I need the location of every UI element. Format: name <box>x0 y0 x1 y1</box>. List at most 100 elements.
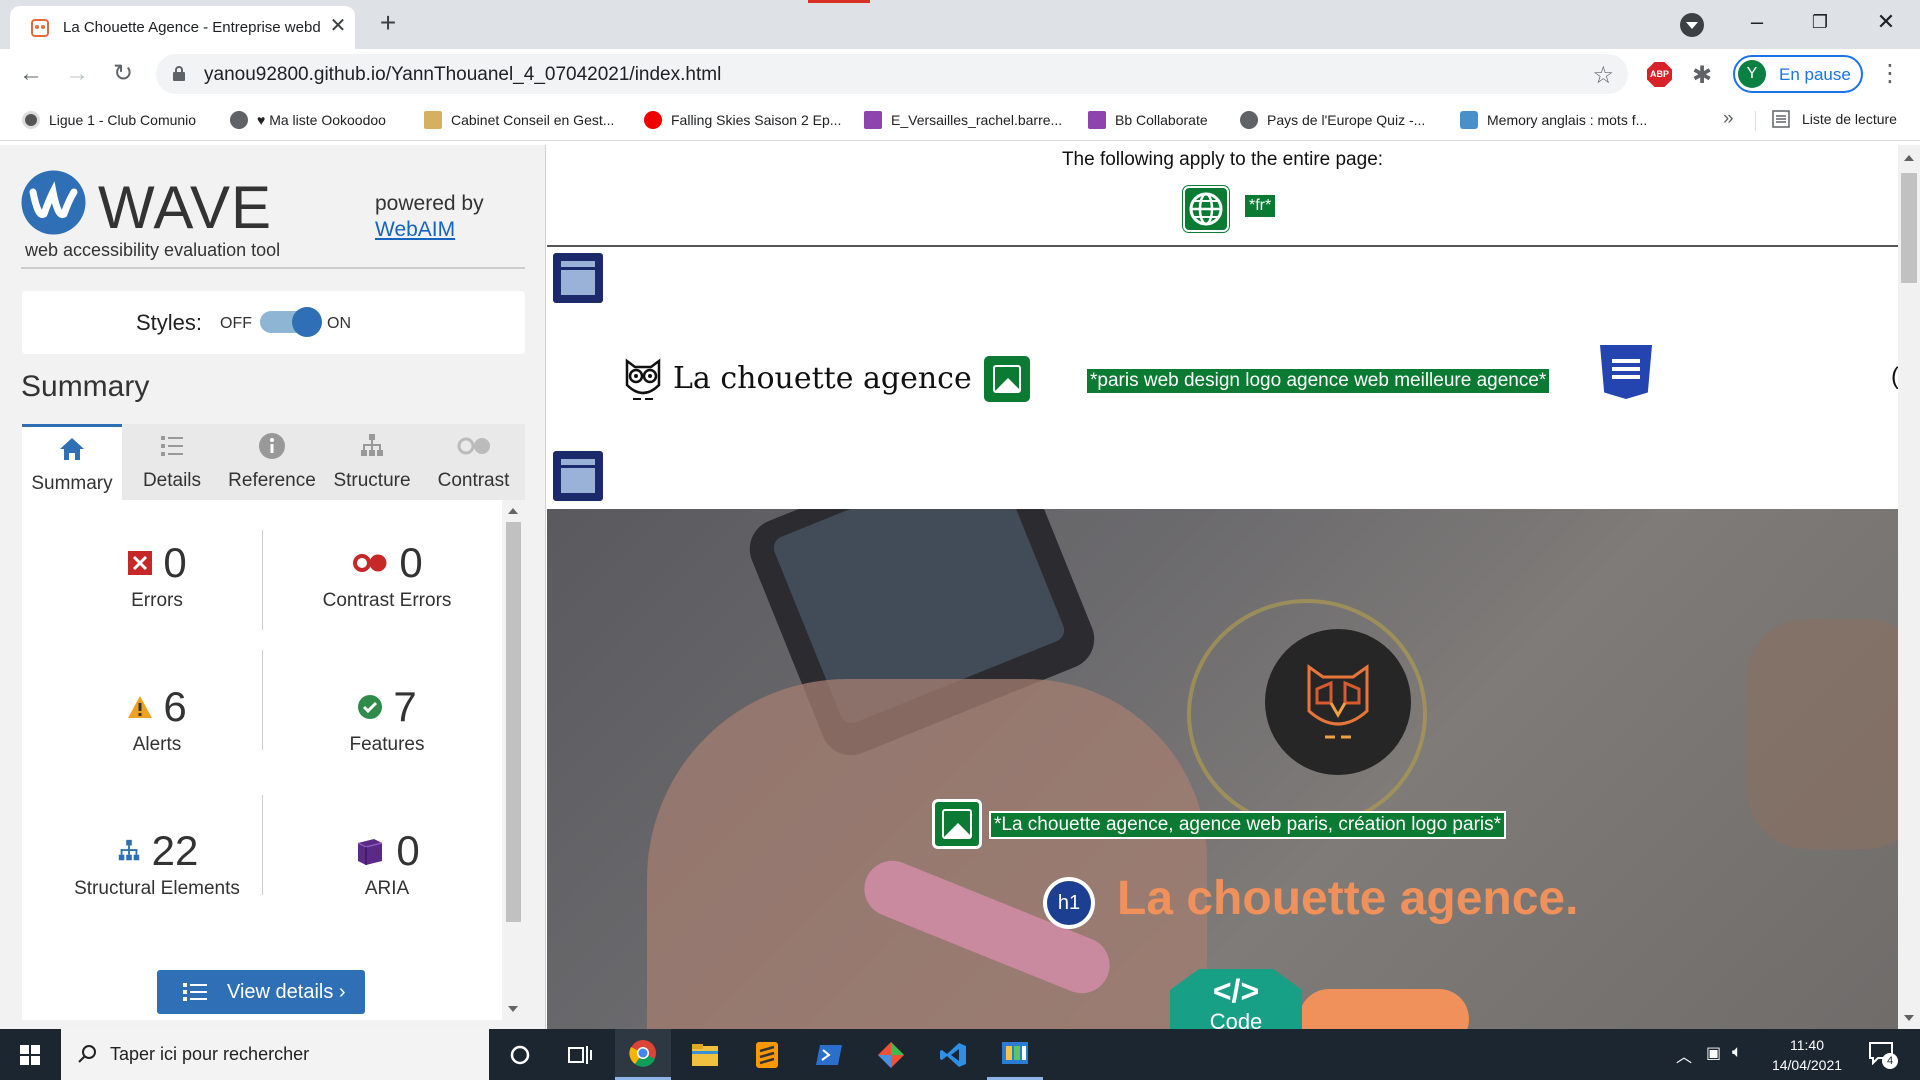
close-window-button[interactable]: ✕ <box>1866 6 1906 38</box>
reload-button[interactable]: ↻ <box>107 58 139 90</box>
browser-tab-active[interactable]: La Chouette Agence - Entreprise webde ✕ <box>10 6 355 49</box>
url-text: yanou92800.github.io/YannThouanel_4_0704… <box>204 64 722 85</box>
page-viewport: The following apply to the entire page: … <box>547 145 1898 1029</box>
hierarchy-icon <box>361 434 383 456</box>
list-icon <box>183 983 207 1001</box>
bookmark-item[interactable]: ♥ Ma liste Ookoodoo <box>230 110 386 130</box>
tab-close-icon[interactable]: ✕ <box>326 14 350 38</box>
styles-label: Styles: <box>136 310 203 335</box>
cta-button-partial[interactable] <box>1299 989 1469 1029</box>
comunio-icon <box>22 111 40 129</box>
new-tab-button[interactable]: + <box>372 8 404 40</box>
nav-region-icon[interactable] <box>553 451 603 501</box>
stat-features[interactable]: 7 Features <box>272 683 502 756</box>
memory-icon <box>1460 111 1478 129</box>
tab-reference[interactable]: Reference <box>222 424 322 500</box>
bookmark-item[interactable]: Falling Skies Saison 2 Ep... <box>644 110 841 130</box>
styles-toggle-switch[interactable] <box>260 307 322 337</box>
taskbar-search-box[interactable]: Taper ici pour rechercher <box>61 1029 489 1080</box>
aria-cube-icon <box>357 839 383 865</box>
panel-scrollbar[interactable] <box>502 500 525 1020</box>
bookmarks-overflow-button[interactable]: » <box>1723 108 1734 130</box>
bookmark-item[interactable]: Bb Collaborate <box>1088 110 1208 130</box>
css-icon[interactable] <box>1600 345 1652 399</box>
tab-contrast[interactable]: Contrast <box>422 424 525 500</box>
tab-details[interactable]: Details <box>122 424 222 500</box>
task-view-icon[interactable] <box>552 1029 608 1080</box>
spreadsheet-app-icon[interactable] <box>987 1029 1043 1080</box>
h1-heading-icon[interactable]: h1 <box>1043 877 1095 929</box>
adblock-extension-icon[interactable]: ABP <box>1647 62 1672 87</box>
toggle-knob <box>292 307 322 337</box>
chrome-taskbar-icon[interactable] <box>615 1029 671 1080</box>
bookmark-star-icon[interactable]: ☆ <box>1592 61 1614 90</box>
minimize-button[interactable]: – <box>1737 6 1777 38</box>
owl-logo-icon <box>625 358 661 400</box>
powershell-icon[interactable] <box>801 1029 857 1080</box>
browser-menu-icon[interactable]: ⋮ <box>1878 59 1902 88</box>
notification-count: 4 <box>1882 1053 1898 1069</box>
sublime-text-icon[interactable] <box>739 1029 795 1080</box>
network-icon[interactable]: ▣ <box>1706 1043 1721 1063</box>
site-logo-text: La chouette agence <box>673 361 972 396</box>
cortana-icon[interactable] <box>492 1029 548 1080</box>
bookmark-item[interactable]: Ligue 1 - Club Comunio <box>22 110 196 130</box>
extensions-puzzle-icon[interactable]: ✱ <box>1692 61 1712 90</box>
back-button[interactable]: ← <box>15 58 47 90</box>
scroll-down-arrow-icon[interactable] <box>1904 1015 1914 1021</box>
bookmark-item[interactable]: E_Versailles_rachel.barre... <box>864 110 1062 130</box>
restore-button[interactable]: ❐ <box>1800 6 1840 38</box>
file-explorer-icon[interactable] <box>677 1029 733 1080</box>
collaborate-icon <box>864 111 882 129</box>
hero-photo-hand-right <box>1747 619 1898 849</box>
divider <box>21 267 525 269</box>
code-icon[interactable]: </> Code <box>1170 969 1302 1029</box>
profile-button[interactable]: Y En pause <box>1733 55 1863 93</box>
scrollbar-thumb[interactable] <box>1901 173 1917 283</box>
stat-aria[interactable]: 0 ARIA <box>272 827 502 900</box>
page-scrollbar[interactable] <box>1898 145 1920 1029</box>
wave-title: WAVE <box>98 174 273 241</box>
bookmark-item[interactable]: Memory anglais : mots f... <box>1460 110 1647 130</box>
tab-structure[interactable]: Structure <box>322 424 422 500</box>
reading-list-icon <box>1772 110 1790 128</box>
bookmark-item[interactable]: Cabinet Conseil en Gest... <box>424 110 614 130</box>
view-details-button[interactable]: View details › <box>157 970 365 1014</box>
git-kraken-icon[interactable] <box>863 1029 919 1080</box>
summary-heading: Summary <box>21 370 150 403</box>
bookmark-item[interactable]: Pays de l'Europe Quiz -... <box>1240 110 1425 130</box>
language-globe-icon[interactable] <box>1183 186 1229 232</box>
tray-overflow-icon[interactable]: ︿ <box>1676 1043 1692 1067</box>
tab-strip-indicator <box>808 0 870 3</box>
vscode-icon[interactable] <box>925 1029 981 1080</box>
scrollbar-thumb[interactable] <box>506 522 521 922</box>
tab-summary[interactable]: Summary <box>22 424 122 500</box>
system-clock[interactable]: 11:40 14/04/2021 <box>1762 1035 1852 1075</box>
site-logo[interactable]: La chouette agence <box>621 355 972 415</box>
header-region-icon[interactable] <box>553 253 603 303</box>
notification-center-icon[interactable]: 4 <box>1868 1041 1898 1069</box>
webaim-link[interactable]: WebAIM <box>375 218 455 242</box>
stat-errors[interactable]: 0 Errors <box>42 539 272 612</box>
volume-icon[interactable]: 🔈︎ <box>1732 1042 1742 1062</box>
powered-by-text: powered by <box>375 192 484 215</box>
tab-search-button[interactable] <box>1680 13 1704 37</box>
address-bar[interactable]: yanou92800.github.io/YannThouanel_4_0704… <box>156 54 1628 94</box>
windows-start-icon[interactable] <box>20 1045 40 1065</box>
truncated-text: ( <box>1891 363 1898 391</box>
globe-icon <box>1189 192 1223 226</box>
forward-button[interactable]: → <box>61 58 93 90</box>
stat-alerts[interactable]: 6 Alerts <box>42 683 272 756</box>
stat-structural-elements[interactable]: 22 Structural Elements <box>42 827 272 900</box>
reading-list-button[interactable]: Liste de lecture <box>1772 110 1897 128</box>
scroll-up-arrow-icon[interactable] <box>1904 155 1914 161</box>
owl-logo-badge <box>1265 629 1411 775</box>
styles-on-label: ON <box>327 315 351 332</box>
scroll-up-arrow-icon[interactable] <box>508 508 518 514</box>
info-icon <box>259 433 285 459</box>
linked-image-icon[interactable] <box>984 356 1030 402</box>
stat-contrast-errors[interactable]: 0 Contrast Errors <box>272 539 502 612</box>
clock-date: 14/04/2021 <box>1771 1057 1843 1073</box>
hero-image-icon[interactable] <box>932 799 982 849</box>
scroll-down-arrow-icon[interactable] <box>508 1006 518 1012</box>
